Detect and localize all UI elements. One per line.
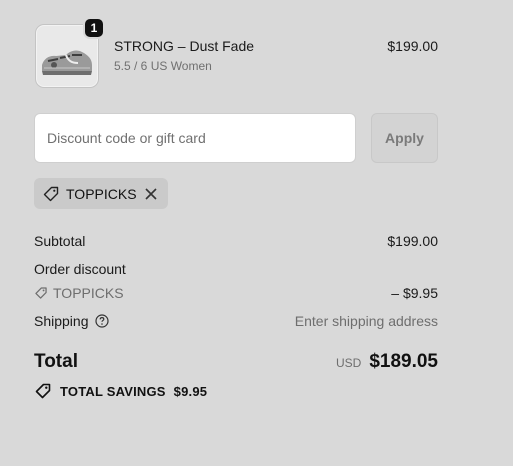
order-discount-code-row: TOPPICKS xyxy=(34,285,124,301)
tag-icon xyxy=(34,286,48,300)
product-price: $199.00 xyxy=(387,38,438,54)
shipping-row-label: Shipping xyxy=(34,313,109,329)
subtotal-label: Subtotal xyxy=(34,233,86,249)
total-savings-value: $9.95 xyxy=(173,383,208,399)
subtotal-value: $199.00 xyxy=(387,233,438,249)
applied-discount-chip: TOPPICKS xyxy=(34,178,168,209)
apply-button[interactable]: Apply xyxy=(371,113,438,163)
product-name: STRONG – Dust Fade xyxy=(114,38,255,54)
total-label: Total xyxy=(34,351,78,372)
currency-code: USD xyxy=(335,356,362,370)
total-value: $189.05 xyxy=(369,351,438,372)
tag-icon xyxy=(34,382,52,400)
order-discount-label: Order discount xyxy=(34,261,126,277)
help-icon[interactable] xyxy=(94,314,109,328)
discount-code-input[interactable]: Discount code or gift card xyxy=(34,113,356,163)
product-variant: 5.5 / 6 US Women xyxy=(114,59,212,73)
shipping-label: Shipping xyxy=(34,313,89,329)
discount-code-placeholder: Discount code or gift card xyxy=(47,130,206,146)
total-savings: TOTAL SAVINGS $9.95 xyxy=(34,382,207,400)
applied-discount-code: TOPPICKS xyxy=(66,185,137,202)
tag-icon xyxy=(42,185,60,203)
total-savings-label: TOTAL SAVINGS xyxy=(60,383,166,399)
shipping-value: Enter shipping address xyxy=(294,313,438,329)
quantity-badge: 1 xyxy=(83,17,105,39)
close-icon[interactable] xyxy=(144,187,158,201)
order-discount-value: – $9.95 xyxy=(391,285,438,301)
total-amount: USD $189.05 xyxy=(336,351,438,373)
order-discount-code: TOPPICKS xyxy=(53,285,124,301)
